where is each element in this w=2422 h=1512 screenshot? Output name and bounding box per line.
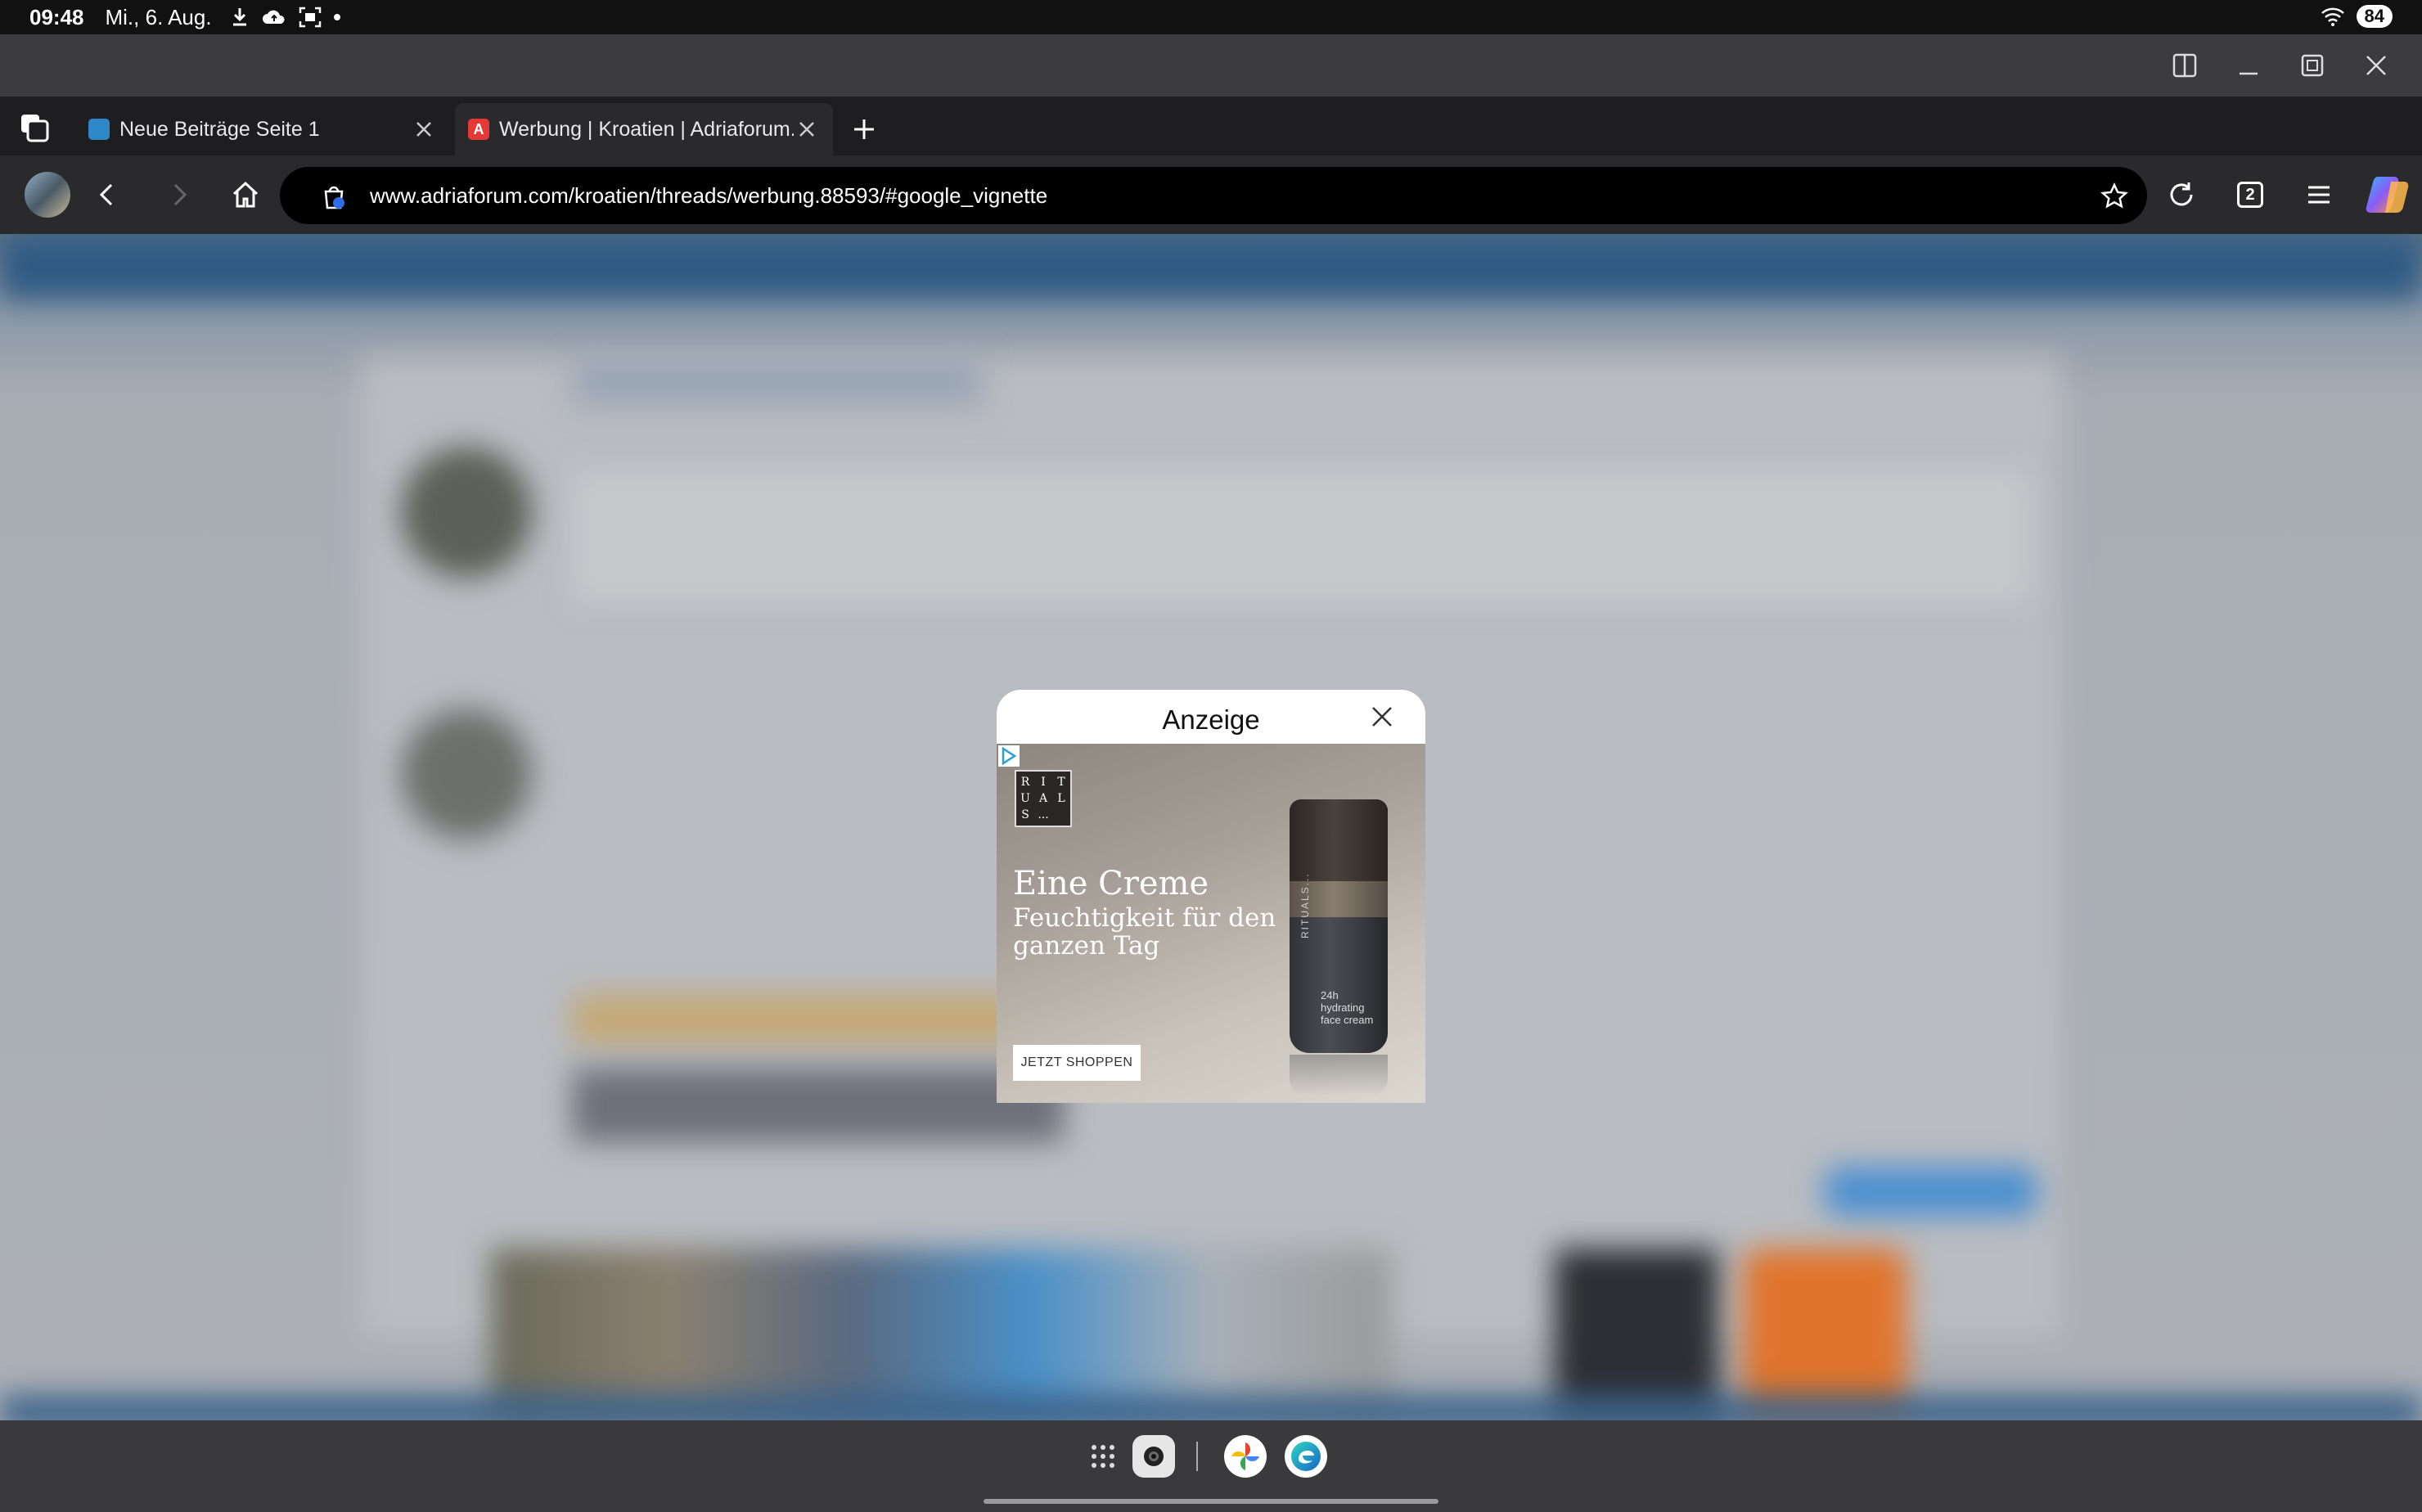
shop-now-button[interactable]: JETZT SHOPPEN: [1013, 1045, 1141, 1081]
reload-button[interactable]: [2162, 175, 2201, 214]
forward-button[interactable]: [159, 175, 198, 214]
image-gallery: [1555, 1249, 1718, 1420]
site-footer: [0, 1396, 2422, 1420]
split-view-icon: [2172, 53, 2197, 78]
home-icon: [232, 181, 259, 208]
favorite-star-icon[interactable]: [2100, 182, 2129, 211]
home-button[interactable]: [226, 175, 265, 214]
status-time: 09:48: [29, 4, 84, 29]
edge-icon: [1291, 1442, 1321, 1471]
system-taskbar: [0, 1420, 2422, 1512]
forward-arrow-icon: [173, 183, 187, 206]
maximize-icon: [2301, 54, 2324, 77]
tab-manager-button[interactable]: [18, 111, 51, 144]
ad-header: Anzeige: [997, 690, 1425, 744]
ad-creative[interactable]: RIT UAL S... Eine Creme Feuchtigkeit für…: [997, 744, 1425, 1103]
window-frame-bar: [0, 34, 2422, 97]
camera-icon: [1144, 1447, 1164, 1466]
post-image: [573, 995, 1064, 1044]
status-date: Mi., 6. Aug.: [105, 4, 212, 29]
browser-toolbar: www.adriaforum.com/kroatien/threads/werb…: [0, 155, 2422, 234]
photos-app[interactable]: [1224, 1435, 1267, 1478]
taskbar-divider: [1196, 1442, 1198, 1471]
camera-app[interactable]: [1132, 1435, 1175, 1478]
adchoices-icon[interactable]: [998, 745, 1020, 767]
edge-browser-app[interactable]: [1285, 1435, 1327, 1478]
product-label: 24h hydrating face cream: [1321, 989, 1374, 1026]
close-ad-icon[interactable]: [1370, 704, 1394, 729]
gesture-handle[interactable]: [984, 1499, 1438, 1504]
avatar: [401, 447, 532, 578]
adriaforum-favicon-icon: A: [468, 119, 489, 140]
status-bar: 09:48 Mi., 6. Aug. 84: [0, 0, 2422, 34]
download-icon: [232, 8, 246, 26]
close-tab-icon[interactable]: [795, 118, 818, 141]
menu-button[interactable]: [2299, 175, 2339, 214]
copilot-button[interactable]: [2363, 170, 2412, 219]
image-gallery: [1743, 1249, 1907, 1420]
pinwheel-photos-icon: [1231, 1442, 1259, 1470]
post-image: [573, 1069, 1064, 1142]
close-window-button[interactable]: [2360, 49, 2393, 82]
url-text[interactable]: www.adriaforum.com/kroatien/threads/werb…: [370, 183, 1047, 209]
minimize-button[interactable]: [2232, 49, 2265, 82]
new-tab-button[interactable]: [848, 113, 880, 146]
reply-button: [1825, 1167, 2037, 1216]
hamburger-menu-icon: [2308, 186, 2330, 204]
tab-count: 2: [2237, 182, 2263, 208]
reload-icon: [2170, 182, 2193, 206]
image-gallery: [491, 1249, 1391, 1420]
tab-title: Werbung | Kroatien | Adriaforum.c: [499, 117, 794, 141]
close-tab-icon[interactable]: [412, 118, 435, 141]
battery-level: 84: [2356, 5, 2393, 28]
product-image: RITUALS... 24h hydrating face cream: [1290, 799, 1388, 1053]
app-drawer-button[interactable]: [1082, 1435, 1124, 1478]
app-grid-icon: [1092, 1445, 1114, 1468]
tab-werbung[interactable]: A Werbung | Kroatien | Adriaforum.c: [455, 103, 833, 155]
plus-icon: [854, 119, 874, 139]
minimize-icon: [2240, 72, 2258, 75]
product-reflection: [1290, 1055, 1388, 1096]
profile-avatar[interactable]: [25, 172, 70, 218]
close-icon: [2366, 56, 2386, 75]
site-header: [0, 234, 2422, 299]
tabs-overview-icon: [21, 115, 49, 142]
split-view-button[interactable]: [2168, 49, 2201, 82]
tab-title: Neue Beiträge Seite 1: [119, 117, 320, 141]
back-arrow-icon: [99, 183, 113, 206]
dot-icon: [333, 14, 340, 20]
rituals-logo: RIT UAL S...: [1015, 770, 1072, 827]
breadcrumb: [573, 357, 982, 406]
tab-count-button[interactable]: 2: [2231, 175, 2270, 214]
shopping-bag-icon: [324, 186, 344, 209]
ad-subline: Feuchtigkeit für den ganzen Tag: [1013, 903, 1276, 961]
tab-neue-beitraege[interactable]: Neue Beiträge Seite 1: [82, 103, 450, 155]
product-brand: RITUALS...: [1299, 872, 1311, 938]
copilot-icon: [2366, 177, 2409, 213]
forum-favicon-icon: [88, 119, 110, 140]
post: [573, 471, 2029, 602]
maximize-button[interactable]: [2296, 49, 2329, 82]
ad-headline: Eine Creme: [1013, 865, 1209, 902]
back-button[interactable]: [88, 175, 128, 214]
screenshot-icon: [299, 7, 321, 28]
vignette-ad-dialog: Anzeige RIT UAL S... Eine Creme Feuchtig…: [997, 690, 1425, 1103]
cloud-upload-icon: [262, 10, 285, 24]
avatar: [401, 709, 532, 839]
tab-strip: Neue Beiträge Seite 1 A Werbung | Kroati…: [0, 97, 2422, 155]
address-bar[interactable]: www.adriaforum.com/kroatien/threads/werb…: [280, 167, 2147, 224]
wifi-icon: [2321, 7, 2344, 26]
ad-title: Anzeige: [1162, 704, 1260, 735]
